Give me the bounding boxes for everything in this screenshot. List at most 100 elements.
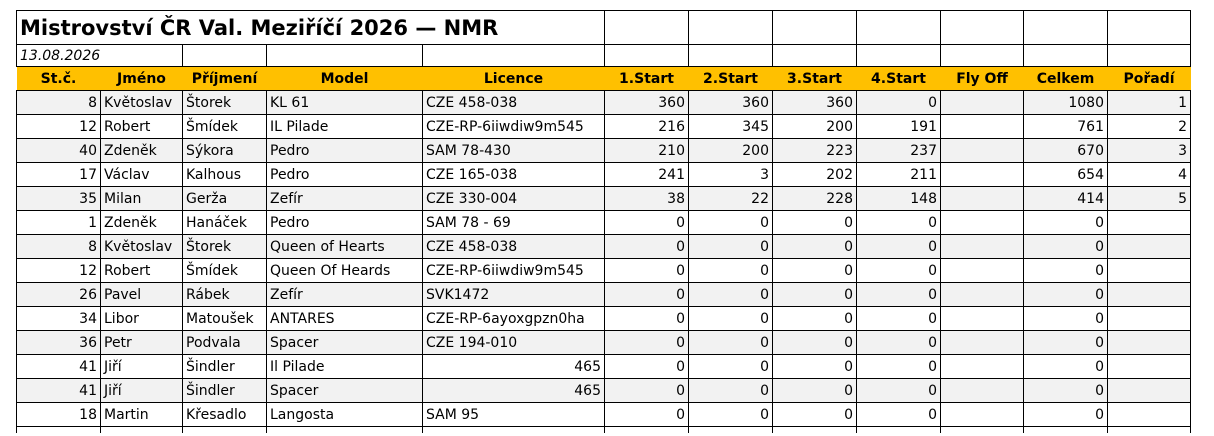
cell-start-number[interactable]: 8: [16, 90, 101, 115]
cell-start-4[interactable]: 0: [856, 402, 941, 427]
cell-start-2[interactable]: 360: [688, 90, 773, 115]
cell-start-1[interactable]: 0: [604, 378, 689, 403]
cell-fly-off[interactable]: [940, 306, 1024, 331]
cell-start-1[interactable]: 0: [604, 354, 689, 379]
cell-rank[interactable]: [1107, 306, 1191, 331]
cell-start-3[interactable]: 0: [772, 378, 857, 403]
cell-model[interactable]: Queen Of Heards: [266, 258, 423, 283]
cell-model[interactable]: Spacer: [266, 330, 423, 355]
cell-last-name[interactable]: Šindler: [182, 354, 267, 379]
cell-model[interactable]: Pedro: [266, 138, 423, 163]
cell-start-1[interactable]: 360: [604, 90, 689, 115]
cell-last-name[interactable]: Sýkora: [182, 138, 267, 163]
cell-fly-off[interactable]: [940, 114, 1024, 139]
cell-fly-off[interactable]: [940, 354, 1024, 379]
cell-rank[interactable]: [1107, 210, 1191, 235]
cell-start-number[interactable]: 40: [16, 138, 101, 163]
cell-start-4[interactable]: 0: [856, 210, 941, 235]
column-header-first-name[interactable]: Jméno: [100, 66, 183, 91]
column-header-start-number[interactable]: St.č.: [16, 66, 101, 91]
cell-start-3[interactable]: 0: [772, 234, 857, 259]
empty-cell[interactable]: [856, 44, 941, 67]
empty-cell[interactable]: [1023, 426, 1108, 433]
cell-start-number[interactable]: 26: [16, 282, 101, 307]
cell-licence[interactable]: SAM 95: [422, 402, 605, 427]
cell-fly-off[interactable]: [940, 258, 1024, 283]
cell-start-1[interactable]: 0: [604, 282, 689, 307]
cell-start-4[interactable]: 0: [856, 330, 941, 355]
cell-rank[interactable]: 2: [1107, 114, 1191, 139]
cell-start-1[interactable]: 241: [604, 162, 689, 187]
cell-total[interactable]: 0: [1023, 378, 1108, 403]
cell-last-name[interactable]: Křesadlo: [182, 402, 267, 427]
cell-total[interactable]: 0: [1023, 210, 1108, 235]
empty-cell[interactable]: [16, 426, 101, 433]
cell-fly-off[interactable]: [940, 282, 1024, 307]
cell-start-2[interactable]: 0: [688, 282, 773, 307]
sheet-title[interactable]: Mistrovství ČR Val. Meziříčí 2026 — NMR: [16, 10, 605, 45]
cell-rank[interactable]: [1107, 354, 1191, 379]
empty-cell[interactable]: [266, 426, 423, 433]
empty-cell[interactable]: [1023, 10, 1108, 45]
empty-cell[interactable]: [604, 44, 689, 67]
cell-fly-off[interactable]: [940, 210, 1024, 235]
cell-total[interactable]: 0: [1023, 402, 1108, 427]
cell-start-3[interactable]: 202: [772, 162, 857, 187]
cell-start-4[interactable]: 0: [856, 234, 941, 259]
empty-cell[interactable]: [772, 44, 857, 67]
cell-model[interactable]: Zefír: [266, 282, 423, 307]
cell-first-name[interactable]: Pavel: [100, 282, 183, 307]
column-header-last-name[interactable]: Příjmení: [182, 66, 267, 91]
cell-start-3[interactable]: 223: [772, 138, 857, 163]
cell-last-name[interactable]: Hanáček: [182, 210, 267, 235]
cell-start-1[interactable]: 216: [604, 114, 689, 139]
cell-total[interactable]: 0: [1023, 330, 1108, 355]
cell-first-name[interactable]: Květoslav: [100, 90, 183, 115]
cell-rank[interactable]: [1107, 402, 1191, 427]
empty-cell[interactable]: [1023, 44, 1108, 67]
empty-cell[interactable]: [182, 44, 267, 67]
cell-licence[interactable]: SAM 78-430: [422, 138, 605, 163]
cell-start-2[interactable]: 3: [688, 162, 773, 187]
column-header-start-2[interactable]: 2.Start: [688, 66, 773, 91]
column-header-start-4[interactable]: 4.Start: [856, 66, 941, 91]
cell-total[interactable]: 414: [1023, 186, 1108, 211]
cell-licence[interactable]: CZE 458-038: [422, 90, 605, 115]
cell-model[interactable]: Langosta: [266, 402, 423, 427]
cell-start-2[interactable]: 345: [688, 114, 773, 139]
cell-start-number[interactable]: 12: [16, 258, 101, 283]
cell-total[interactable]: 0: [1023, 234, 1108, 259]
cell-first-name[interactable]: Jiří: [100, 378, 183, 403]
cell-last-name[interactable]: Štorek: [182, 90, 267, 115]
empty-cell[interactable]: [688, 10, 773, 45]
cell-start-1[interactable]: 0: [604, 306, 689, 331]
cell-start-2[interactable]: 0: [688, 234, 773, 259]
empty-cell[interactable]: [266, 44, 423, 67]
cell-rank[interactable]: [1107, 378, 1191, 403]
cell-start-4[interactable]: 0: [856, 282, 941, 307]
empty-cell[interactable]: [772, 426, 857, 433]
cell-start-4[interactable]: 0: [856, 258, 941, 283]
cell-start-3[interactable]: 360: [772, 90, 857, 115]
cell-rank[interactable]: [1107, 330, 1191, 355]
cell-start-4[interactable]: 191: [856, 114, 941, 139]
cell-rank[interactable]: 4: [1107, 162, 1191, 187]
cell-licence[interactable]: CZE-RP-6iiwdiw9m545: [422, 114, 605, 139]
cell-start-4[interactable]: 148: [856, 186, 941, 211]
cell-start-4[interactable]: 211: [856, 162, 941, 187]
empty-cell[interactable]: [940, 10, 1024, 45]
cell-last-name[interactable]: Rábek: [182, 282, 267, 307]
cell-model[interactable]: Zefír: [266, 186, 423, 211]
empty-cell[interactable]: [772, 10, 857, 45]
empty-cell[interactable]: [1107, 426, 1191, 433]
cell-start-4[interactable]: 237: [856, 138, 941, 163]
empty-cell[interactable]: [422, 44, 605, 67]
cell-fly-off[interactable]: [940, 234, 1024, 259]
cell-start-2[interactable]: 0: [688, 306, 773, 331]
cell-start-number[interactable]: 34: [16, 306, 101, 331]
cell-licence[interactable]: CZE-RP-6ayoxgpzn0ha: [422, 306, 605, 331]
cell-start-number[interactable]: 18: [16, 402, 101, 427]
cell-licence[interactable]: SAM 78 - 69: [422, 210, 605, 235]
empty-cell[interactable]: [940, 44, 1024, 67]
column-header-start-1[interactable]: 1.Start: [604, 66, 689, 91]
